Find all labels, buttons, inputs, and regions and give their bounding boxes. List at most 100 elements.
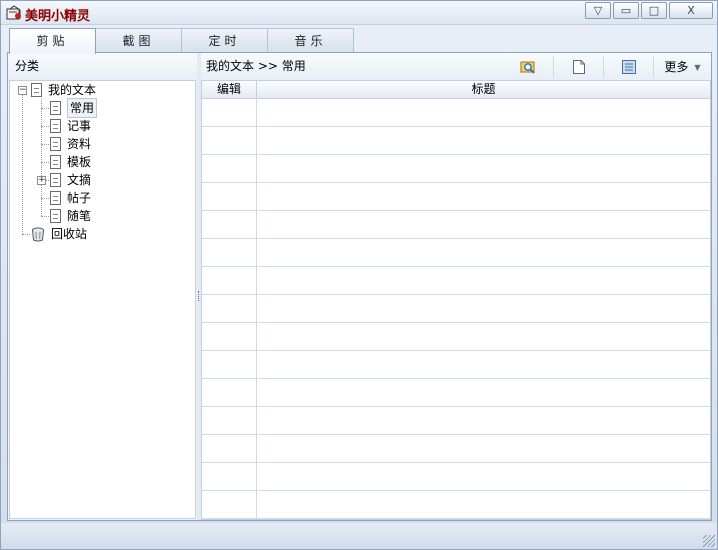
tree-item-common[interactable]: 常用 — [50, 98, 98, 118]
window-controls: ▽ ▭ □ X — [585, 2, 713, 19]
title-cell[interactable] — [257, 491, 710, 519]
tab-screenshot[interactable]: 截图 — [95, 28, 182, 53]
edit-cell[interactable] — [202, 407, 257, 435]
edit-cell[interactable] — [202, 183, 257, 211]
column-header-title[interactable]: 标题 — [257, 81, 710, 99]
edit-cell[interactable] — [202, 295, 257, 323]
maximize-button[interactable]: □ — [641, 2, 667, 19]
title-cell[interactable] — [257, 435, 710, 463]
view-button[interactable] — [603, 56, 653, 78]
tab-timer[interactable]: 定时 — [181, 28, 268, 53]
new-document-button[interactable] — [553, 56, 603, 78]
table-row[interactable] — [202, 323, 710, 351]
maximize-icon: □ — [648, 4, 660, 17]
status-bar — [1, 523, 717, 549]
table-row[interactable] — [202, 407, 710, 435]
tree-item-notes[interactable]: 记事 — [50, 117, 91, 135]
table-body — [202, 99, 710, 519]
title-cell[interactable] — [257, 351, 710, 379]
tree-connector — [41, 144, 49, 145]
tree-item-posts[interactable]: 帖子 — [50, 189, 91, 207]
search-folder-icon — [520, 61, 535, 74]
table-row[interactable] — [202, 99, 710, 127]
tree-item-templates[interactable]: 模板 — [50, 153, 91, 171]
tree-item-label: 我的文本 — [48, 83, 97, 97]
dropdown-menu-button[interactable]: ▽ — [585, 2, 611, 19]
title-cell[interactable] — [257, 323, 710, 351]
resize-grip-icon[interactable] — [703, 535, 715, 547]
more-button[interactable]: 更多 ▼ — [653, 56, 711, 78]
column-header-edit[interactable]: 编辑 — [202, 81, 257, 99]
content-toolbar: 更多 ▼ — [503, 56, 711, 78]
edit-cell[interactable] — [202, 211, 257, 239]
expand-toggle[interactable]: + — [37, 176, 46, 185]
table-row[interactable] — [202, 267, 710, 295]
view-list-icon — [621, 60, 636, 74]
title-cell[interactable] — [257, 407, 710, 435]
table-row[interactable] — [202, 239, 710, 267]
tab-clipboard[interactable]: 剪贴 — [9, 28, 96, 54]
edit-cell[interactable] — [202, 267, 257, 295]
tab-music[interactable]: 音乐 — [267, 28, 354, 53]
splitter-grip-icon — [198, 291, 200, 301]
close-icon: X — [687, 4, 695, 17]
text-list-table: 编辑 标题 — [201, 80, 711, 520]
tree-connector — [41, 108, 49, 109]
edit-cell[interactable] — [202, 379, 257, 407]
title-cell[interactable] — [257, 155, 710, 183]
edit-cell[interactable] — [202, 155, 257, 183]
table-row[interactable] — [202, 491, 710, 519]
edit-cell[interactable] — [202, 435, 257, 463]
more-label: 更多 — [664, 59, 689, 74]
new-document-icon — [572, 60, 585, 74]
table-row[interactable] — [202, 295, 710, 323]
tree-connector — [41, 216, 49, 217]
title-cell[interactable] — [257, 379, 710, 407]
title-cell[interactable] — [257, 295, 710, 323]
recycle-bin-icon — [32, 227, 44, 241]
edit-cell[interactable] — [202, 239, 257, 267]
main-panel: 分类 − 我的文本 常用 记事 资料 模板 + 文摘 帖子 随笔 回收站 我的文… — [7, 52, 712, 521]
table-row[interactable] — [202, 351, 710, 379]
title-cell[interactable] — [257, 267, 710, 295]
tree-item-recycle-bin[interactable]: 回收站 — [31, 225, 87, 243]
edit-cell[interactable] — [202, 127, 257, 155]
edit-cell[interactable] — [202, 491, 257, 519]
table-row[interactable] — [202, 379, 710, 407]
document-icon — [50, 101, 61, 115]
table-row[interactable] — [202, 155, 710, 183]
title-cell[interactable] — [257, 99, 710, 127]
content-panel: 我的文本 >> 常用 更多 ▼ 编辑 标题 — [201, 53, 711, 520]
table-row[interactable] — [202, 211, 710, 239]
close-button[interactable]: X — [669, 2, 713, 19]
search-button[interactable] — [503, 56, 553, 78]
app-logo-icon — [6, 5, 21, 20]
tree-connector — [22, 89, 23, 234]
table-row[interactable] — [202, 183, 710, 211]
edit-cell[interactable] — [202, 351, 257, 379]
tree-item-label: 模板 — [67, 155, 92, 169]
title-cell[interactable] — [257, 127, 710, 155]
tree-item-materials[interactable]: 资料 — [50, 135, 91, 153]
document-icon — [31, 83, 42, 97]
tree-item-my-text[interactable]: 我的文本 — [31, 81, 96, 99]
title-bar[interactable]: 美明小精灵 ▽ ▭ □ X — [1, 1, 717, 25]
chevron-down-icon: ▽ — [593, 4, 603, 17]
collapse-toggle[interactable]: − — [18, 86, 27, 95]
title-cell[interactable] — [257, 463, 710, 491]
table-row[interactable] — [202, 127, 710, 155]
table-row[interactable] — [202, 435, 710, 463]
minimize-button[interactable]: ▭ — [613, 2, 639, 19]
title-cell[interactable] — [257, 239, 710, 267]
tree-item-digest[interactable]: 文摘 — [50, 171, 91, 189]
edit-cell[interactable] — [202, 463, 257, 491]
edit-cell[interactable] — [202, 323, 257, 351]
tree-item-label: 帖子 — [67, 191, 92, 205]
tree-connector — [41, 162, 49, 163]
edit-cell[interactable] — [202, 99, 257, 127]
tree-item-essays[interactable]: 随笔 — [50, 207, 91, 225]
app-window: 美明小精灵 ▽ ▭ □ X 剪贴 截图 定时 音乐 分类 − 我的文本 常用 记… — [0, 0, 718, 550]
title-cell[interactable] — [257, 211, 710, 239]
title-cell[interactable] — [257, 183, 710, 211]
table-row[interactable] — [202, 463, 710, 491]
